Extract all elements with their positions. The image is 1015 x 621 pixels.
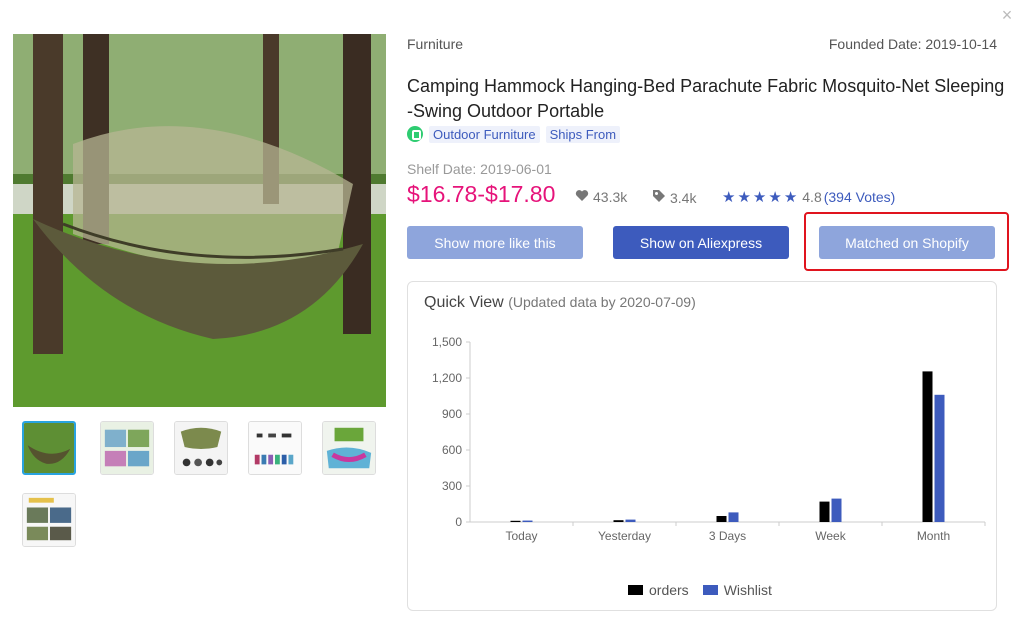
product-price: $16.78-$17.80 <box>407 181 556 207</box>
tag-icon <box>652 189 666 206</box>
rating: ★ ★ ★ ★ ★ 4.8 (394 Votes) <box>722 189 895 205</box>
bar-orders-week[interactable] <box>819 501 830 522</box>
bar-wishlist-today[interactable] <box>522 520 533 522</box>
founded-date: Founded Date: 2019-10-14 <box>828 36 997 52</box>
bar-orders-month[interactable] <box>922 371 933 522</box>
close-icon[interactable]: × <box>998 6 1015 24</box>
likes-stat: 43.3k <box>575 189 627 205</box>
x-tick-label: Yesterday <box>598 529 651 543</box>
bar-orders-yesterday[interactable] <box>613 520 624 522</box>
orders-wishlist-chart: 0 300 600 900 1,200 1,500 Today Yesterday 3 Days… <box>432 335 986 543</box>
thumbnail-1[interactable] <box>22 421 76 475</box>
tag-ships-from[interactable]: Ships From <box>545 125 621 143</box>
quick-view-subtitle: (Updated data by 2020-07-09) <box>508 294 696 310</box>
matched-on-shopify-button[interactable]: Matched on Shopify <box>819 226 995 259</box>
tag-row: Outdoor Furniture Ships From <box>407 125 621 143</box>
thumbnail-6[interactable] <box>22 493 76 547</box>
y-tick-label: 0 <box>455 515 462 529</box>
star-icon: ★ <box>768 188 782 206</box>
legend-swatch-orders <box>628 585 643 595</box>
thumbnail-2[interactable] <box>100 421 154 475</box>
star-icon: ★ <box>722 188 736 206</box>
quick-view-heading: Quick View (Updated data by 2020-07-09) <box>424 294 696 312</box>
heart-icon <box>575 189 589 205</box>
x-tick-label: Week <box>815 529 846 543</box>
bar-wishlist-3-days[interactable] <box>728 512 739 522</box>
rating-value: 4.8 <box>802 189 822 205</box>
legend-label-wishlist: Wishlist <box>723 582 772 598</box>
product-main-image <box>13 34 386 407</box>
shelf-date: Shelf Date: 2019-06-01 <box>407 161 552 177</box>
show-more-like-button[interactable]: Show more like this <box>407 226 583 259</box>
bar-orders-3-days[interactable] <box>716 516 727 522</box>
bar-wishlist-week[interactable] <box>831 498 842 522</box>
chart-legend: orders Wishlist <box>628 582 772 598</box>
show-on-aliexpress-button[interactable]: Show on Aliexpress <box>613 226 789 259</box>
x-tick-label: Month <box>917 529 950 543</box>
y-tick-label: 300 <box>442 479 462 493</box>
tag-outdoor-furniture[interactable]: Outdoor Furniture <box>429 125 540 143</box>
y-tick-label: 900 <box>442 407 462 421</box>
bar-orders-today[interactable] <box>510 520 521 522</box>
x-tick-label: Today <box>505 529 537 543</box>
y-tick-label: 1,200 <box>432 371 462 385</box>
y-tick-label: 600 <box>442 443 462 457</box>
x-tick-label: 3 Days <box>709 529 746 543</box>
product-category: Furniture <box>407 36 464 52</box>
product-title: Camping Hammock Hanging-Bed Parachute Fa… <box>407 76 1005 121</box>
quick-view-panel: 0 300 600 900 1,200 1,500 Today Yesterday 3 Days… <box>407 281 997 611</box>
quick-view-title: Quick View <box>424 294 504 311</box>
legend-swatch-wishlist <box>702 585 718 595</box>
bar-wishlist-month[interactable] <box>934 394 945 522</box>
y-tick-label: 1,500 <box>432 335 462 349</box>
orders-stat: 3.4k <box>652 189 696 206</box>
thumbnail-4[interactable] <box>248 421 302 475</box>
orders-count: 3.4k <box>670 189 697 206</box>
votes-count: (394 Votes) <box>823 189 896 205</box>
star-icon: ★ <box>737 188 751 206</box>
store-icon <box>407 126 423 142</box>
star-icon: ★ <box>752 188 767 206</box>
star-icon: ★ <box>783 188 798 206</box>
legend-label-orders: orders <box>649 582 689 598</box>
thumbnail-5[interactable] <box>322 421 376 475</box>
bar-wishlist-yesterday[interactable] <box>625 519 636 522</box>
thumbnail-3[interactable] <box>174 421 228 475</box>
likes-count: 43.3k <box>593 189 628 205</box>
